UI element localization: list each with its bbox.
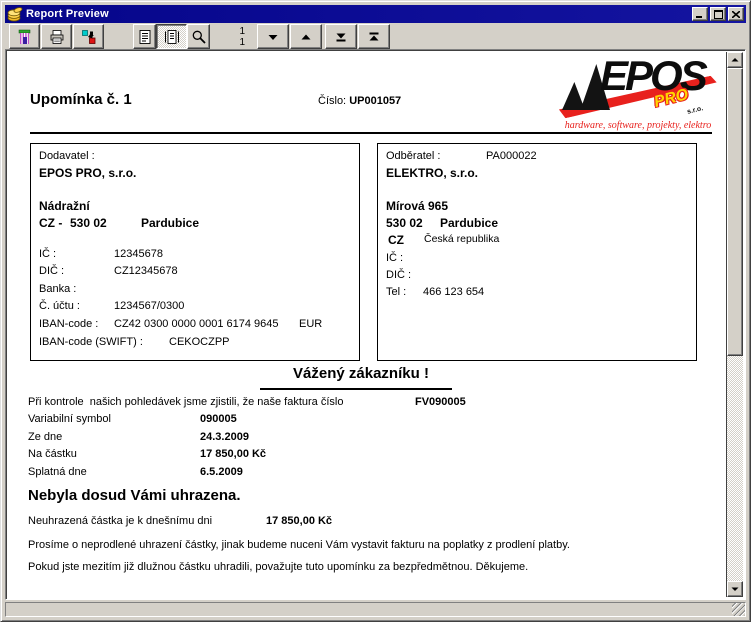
number-label: Číslo: [318, 95, 346, 107]
status-bar [5, 602, 746, 617]
scroll-up-button[interactable] [727, 52, 743, 68]
page-icon [137, 29, 153, 45]
header-rule [30, 132, 712, 134]
minimize-button[interactable] [692, 7, 708, 21]
door-icon [17, 29, 33, 45]
next-page-button[interactable] [257, 24, 289, 49]
supplier-label: Dodavatel : [39, 150, 95, 162]
maximize-button[interactable] [710, 7, 726, 21]
total-page-number: 1 [239, 37, 245, 48]
arrow-down-icon [265, 29, 281, 45]
print-button[interactable] [41, 24, 72, 49]
arrow-down-to-line-icon [333, 29, 349, 45]
supplier-box: Dodavatel : EPOS PRO, s.r.o. Nádražní CZ… [30, 143, 360, 361]
first-page-button[interactable] [358, 24, 390, 49]
outstanding-label: Neuhrazená částka je k dnešnímu dni [28, 515, 212, 527]
outstanding-value: 17 850,00 Kč [266, 515, 332, 527]
page-width-icon [164, 29, 180, 45]
note-line-1: Prosíme o neprodlené uhrazení částky, ji… [28, 539, 570, 551]
window-title: Report Preview [26, 8, 692, 20]
titlebar[interactable]: Report Preview [5, 5, 746, 23]
page-indicator: 1 1 [211, 24, 251, 49]
whole-page-view-button[interactable] [133, 24, 156, 49]
number-value: UP001057 [349, 95, 401, 107]
customer-name: ELEKTRO, s.r.o. [386, 166, 478, 180]
customer-street: Mírová 965 [386, 199, 448, 213]
arrow-up-to-line-icon [366, 29, 382, 45]
scroll-down-button[interactable] [727, 581, 743, 597]
document-number: Číslo: UP001057 [318, 95, 401, 107]
close-preview-button[interactable] [9, 24, 40, 49]
export-icon [81, 29, 97, 45]
close-button[interactable] [728, 7, 744, 21]
epos-logo: EPOS PRO s.r.o. hardware, software, proj… [556, 60, 720, 132]
toolbar: 1 1 [5, 23, 746, 49]
previous-page-button[interactable] [290, 24, 322, 49]
preview-pane: Upomínka č. 1 Číslo: UP001057 EPOS PRO s… [5, 49, 746, 600]
logo-triangle-small-icon [557, 82, 585, 110]
salutation-underline [260, 388, 452, 390]
salutation: Vážený zákazníku ! [8, 365, 714, 382]
intro-text: Při kontrole našich pohledávek jsme zjis… [28, 396, 343, 408]
note-line-2: Pokud jste mezitím již dlužnou částku uh… [28, 561, 528, 573]
invoice-number: FV090005 [415, 396, 466, 408]
coins-app-icon [7, 6, 23, 22]
customer-box: Odběratel : PA000022 ELEKTRO, s.r.o. Mír… [377, 143, 697, 361]
arrow-up-icon [298, 29, 314, 45]
supplier-name: EPOS PRO, s.r.o. [39, 166, 136, 180]
logo-brand-text: EPOS [600, 52, 705, 100]
page-width-view-button[interactable] [156, 24, 187, 49]
scrollbar-thumb[interactable] [727, 68, 743, 356]
magnifier-icon [191, 29, 207, 45]
resize-grip[interactable] [732, 603, 745, 616]
logo-tagline: hardware, software, projekty, elektro [556, 120, 720, 131]
export-button[interactable] [73, 24, 104, 49]
zoom-button[interactable] [187, 24, 210, 49]
supplier-street: Nádražní [39, 199, 90, 213]
document-title: Upomínka č. 1 [30, 91, 132, 108]
customer-code: PA000022 [486, 150, 537, 162]
current-page-number: 1 [239, 26, 245, 37]
report-page: Upomínka č. 1 Číslo: UP001057 EPOS PRO s… [8, 52, 730, 600]
vertical-scrollbar[interactable] [726, 52, 743, 597]
printer-icon [49, 29, 65, 45]
warning-text: Nebyla dosud Vámi uhrazena. [28, 487, 241, 504]
customer-label: Odběratel : [386, 150, 440, 162]
last-page-button[interactable] [325, 24, 357, 49]
logo-suffix-text: s.r.o. [686, 105, 704, 116]
report-preview-window: Report Preview [0, 0, 751, 622]
